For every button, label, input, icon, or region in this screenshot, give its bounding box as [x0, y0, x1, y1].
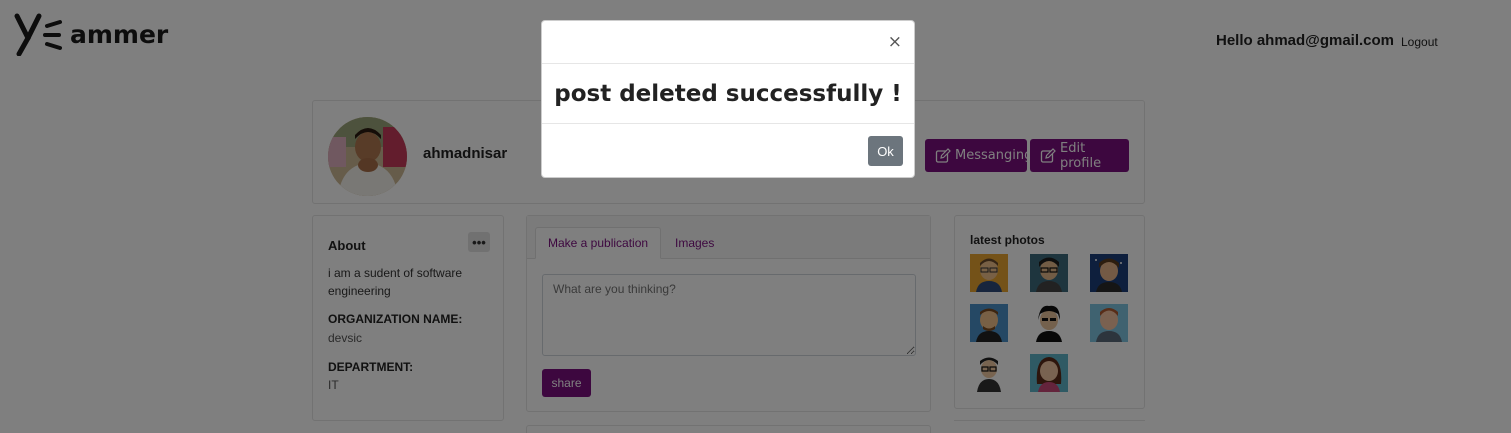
modal-message: post deleted successfully ! [542, 65, 914, 124]
ok-button[interactable]: Ok [868, 136, 903, 166]
modal-header: × [542, 21, 914, 64]
close-icon[interactable]: × [888, 34, 902, 51]
success-modal: × post deleted successfully ! Ok [541, 20, 915, 178]
